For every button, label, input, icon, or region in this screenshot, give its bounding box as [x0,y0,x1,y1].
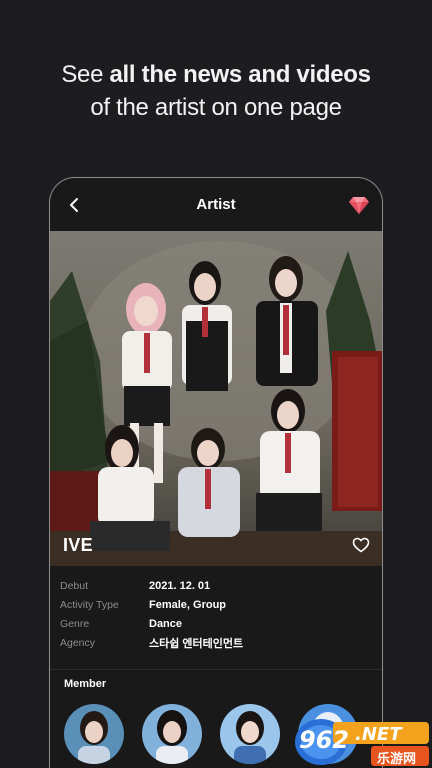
detail-label: Activity Type [60,598,119,611]
watermark-number: 962 [299,726,350,754]
heart-outline-icon[interactable] [352,537,370,553]
member-avatar[interactable] [64,704,124,764]
detail-row-activity-type: Activity Type Female, Group [60,595,370,614]
watermark-subtext: 乐游网 [377,752,417,767]
top-bar: Artist [50,178,382,232]
artist-name: IVE [63,535,93,555]
section-divider [50,669,382,670]
member-avatar[interactable] [220,704,280,764]
artist-details: Debut 2021. 12. 01 Activity Type Female,… [60,576,370,652]
member-section-title: Member [64,678,107,690]
detail-value: 2021. 12. 01 [149,579,211,592]
detail-value: Dance [149,617,183,630]
promo-line-1: See all the news and videos [61,61,371,88]
watermark-logo: 962 .NET 乐游网 [293,716,432,768]
page-title: Artist [196,196,236,213]
watermark-suffix: .NET [355,724,402,745]
detail-label: Debut [60,579,89,592]
detail-value: 스타쉽 엔터테인먼트 [149,637,244,650]
detail-row-debut: Debut 2021. 12. 01 [60,576,370,595]
detail-label: Genre [60,617,90,630]
group-photo-illustration [50,231,382,566]
promo-headline: See all the news and videos of the artis… [0,58,432,124]
promo-line-2: of the artist on one page [90,94,342,121]
detail-row-agency: Agency 스타쉽 엔터테인먼트 [60,633,370,652]
promo-highlight: all the news and videos [109,61,371,88]
diamond-icon[interactable] [348,195,370,215]
detail-row-genre: Genre Dance [60,614,370,633]
member-avatar[interactable] [142,704,202,764]
detail-label: Agency [60,636,96,649]
phone-mockup: Artist IVE Debut 2021. 12. 01 Activity T… [49,177,383,768]
detail-value: Female, Group [149,598,227,611]
artist-photo: IVE [50,231,382,566]
